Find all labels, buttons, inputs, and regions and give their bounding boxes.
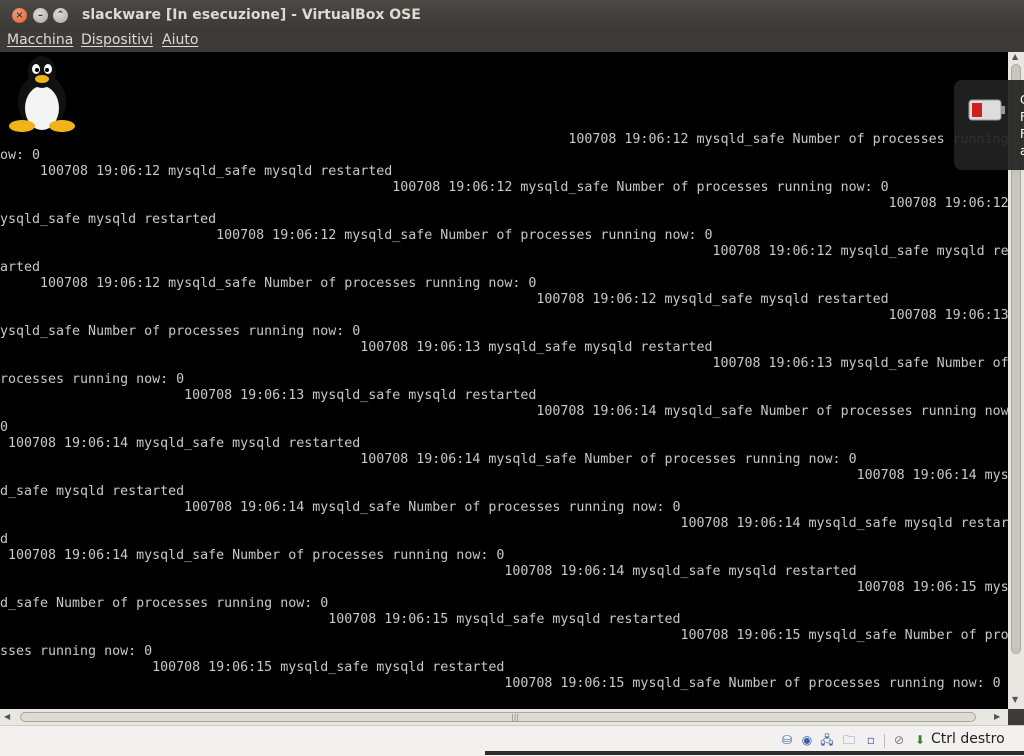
- tux-logo: [9, 56, 75, 132]
- minimize-window-button[interactable]: –: [33, 8, 48, 23]
- status-separator: [884, 734, 885, 748]
- console-line: 100708 19:06:14 mysqld_safe Number of pr…: [0, 500, 681, 515]
- battery-icon: [968, 99, 1005, 121]
- console-line: 100708 19:06:15 mysqld_safe Number of pr…: [0, 628, 1008, 643]
- console-line: 100708 19:06:14 mysqld_safe Number of pr…: [0, 452, 857, 467]
- shared-folder-icon[interactable]: 🗀: [841, 732, 857, 748]
- window-title: slackware [In esecuzione] - VirtualBox O…: [82, 7, 421, 23]
- close-window-button[interactable]: ×: [12, 8, 27, 23]
- console-line: 100708 19:06:13: [0, 308, 1008, 323]
- console-line: 100708 19:06:12 mysqld_safe mysqld resta…: [0, 164, 393, 179]
- console-line: 100708 19:06:12 mysqld_safe Number of pr…: [0, 228, 713, 243]
- menu-macchina[interactable]: Macchina: [7, 32, 73, 48]
- optical-disk-icon[interactable]: ◉: [799, 732, 815, 748]
- mouse-integration-icon[interactable]: ⊘: [891, 732, 907, 748]
- console-line: 100708 19:06:15 mysqld_safe mysqld resta…: [0, 612, 681, 627]
- bottom-edge-bar: [485, 751, 1024, 755]
- console-line: 100708 19:06:12 mysqld_safe Number of pr…: [0, 132, 1008, 147]
- console-line: 100708 19:06:13 mysqld_safe mysqld resta…: [0, 340, 713, 355]
- battery-notification: C F F a: [954, 80, 1024, 170]
- console-line: 100708 19:06:14 mysqld_safe mysqld resta…: [0, 516, 1008, 531]
- console-line: 100708 19:06:14 mys: [0, 468, 1008, 483]
- menu-aiuto[interactable]: Aiuto: [162, 32, 198, 48]
- menu-bar: Macchina Dispositivi Aiuto: [0, 31, 1024, 52]
- console-line: 100708 19:06:15 mysqld_safe Number of pr…: [0, 676, 1001, 691]
- console-line: 100708 19:06:15 mys: [0, 580, 1008, 595]
- console-line: d: [0, 532, 9, 547]
- console-line: arted: [0, 260, 41, 275]
- console-line: d_safe mysqld restarted: [0, 484, 185, 499]
- console-line: 100708 19:06:15 mysqld_safe mysqld resta…: [0, 660, 505, 675]
- menu-dispositivi[interactable]: Dispositivi: [81, 32, 153, 48]
- scroll-up-icon[interactable]: ▲: [1012, 52, 1018, 61]
- console-line: 100708 19:06:12 mysqld_safe mysqld re: [0, 244, 1008, 259]
- console-line: 100708 19:06:13 mysqld_safe mysqld resta…: [0, 388, 537, 403]
- horizontal-scrollbar[interactable]: ◀ ||| ▶: [0, 709, 1008, 725]
- hard-disk-icon[interactable]: ⛁: [779, 732, 795, 748]
- console-line: sses running now: 0: [0, 644, 153, 659]
- notification-text: C F F a: [1020, 93, 1024, 158]
- console-line: 100708 19:06:14 mysqld_safe Number of pr…: [0, 548, 505, 563]
- guest-console-screen[interactable]: 100708 19:06:12 mysqld_safe Number of pr…: [0, 52, 1008, 709]
- usb-icon[interactable]: ▫: [863, 732, 879, 748]
- console-line: ysqld_safe mysqld restarted: [0, 212, 217, 227]
- host-key-label: Ctrl destro: [931, 731, 1005, 747]
- console-line: ysqld_safe Number of processes running n…: [0, 324, 361, 339]
- console-line: 0: [0, 420, 9, 435]
- horizontal-scroll-thumb[interactable]: |||: [20, 712, 976, 722]
- scroll-down-icon[interactable]: ▼: [1012, 695, 1018, 704]
- network-icon[interactable]: 🖧: [819, 732, 835, 748]
- console-line: rocesses running now: 0: [0, 372, 185, 387]
- scroll-left-icon[interactable]: ◀: [4, 712, 10, 721]
- maximize-window-button[interactable]: ⌃: [53, 8, 68, 23]
- scroll-right-icon[interactable]: ▶: [994, 712, 1000, 721]
- console-line: 100708 19:06:12 mysqld_safe mysqld resta…: [0, 292, 889, 307]
- console-line: 100708 19:06:14 mysqld_safe mysqld resta…: [0, 564, 857, 579]
- console-line: 100708 19:06:12 mysqld_safe Number of pr…: [0, 180, 889, 195]
- console-line: 100708 19:06:14 mysqld_safe mysqld resta…: [0, 436, 361, 451]
- console-line: 100708 19:06:13 mysqld_safe Number of: [0, 356, 1008, 371]
- console-line: d_safe Number of processes running now: …: [0, 596, 329, 611]
- host-key-icon[interactable]: ⬇: [912, 732, 928, 748]
- console-line: 100708 19:06:14 mysqld_safe Number of pr…: [0, 404, 1008, 419]
- console-line: 100708 19:06:12 mysqld_safe Number of pr…: [0, 276, 537, 291]
- title-bar: × – ⌃ slackware [In esecuzione] - Virtua…: [0, 0, 1024, 31]
- console-line: ow: 0: [0, 148, 41, 163]
- console-line: 100708 19:06:12: [0, 196, 1008, 211]
